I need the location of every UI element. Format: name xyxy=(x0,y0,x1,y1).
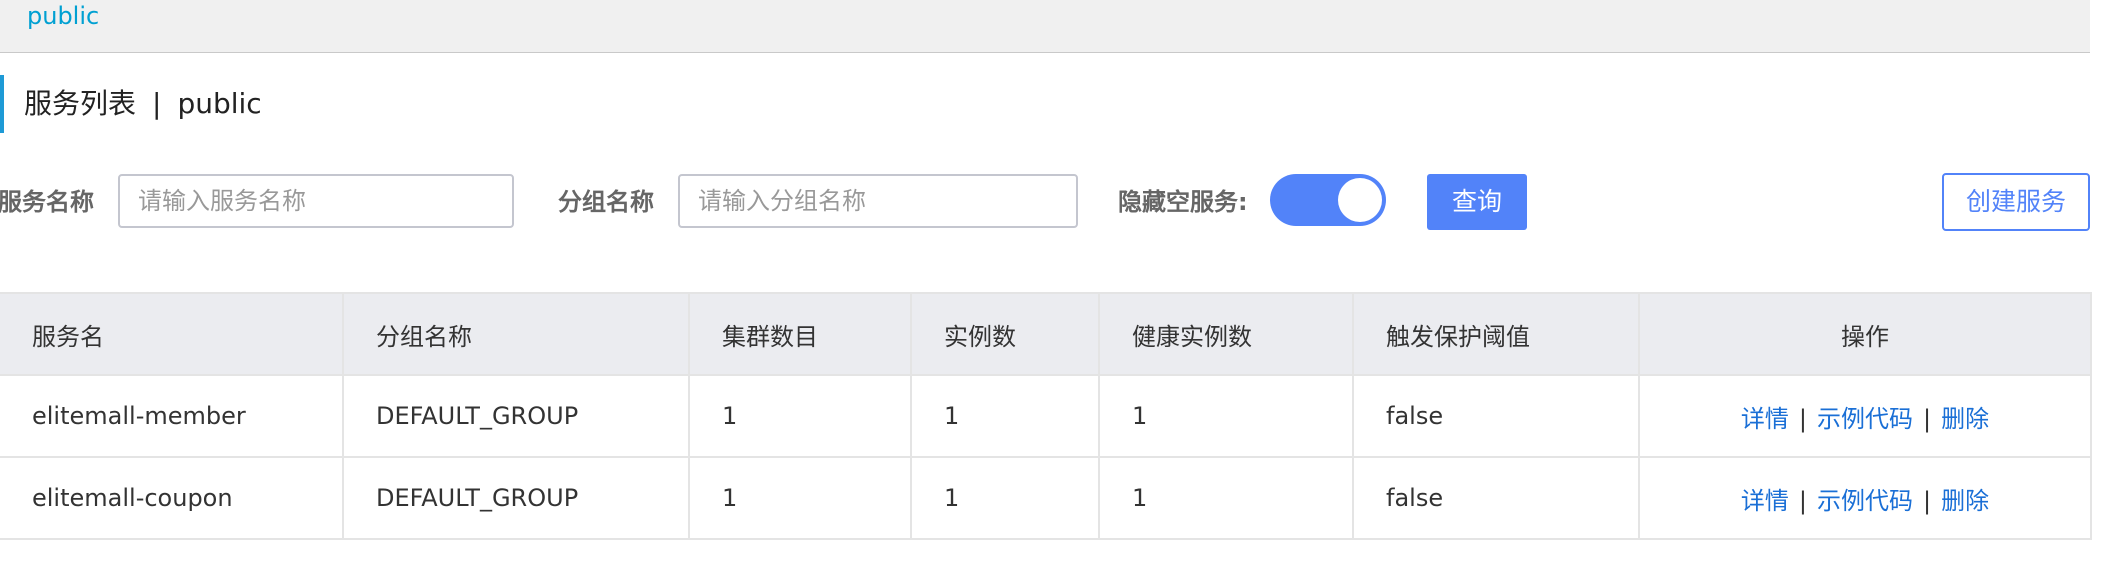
action-separator: | xyxy=(1798,404,1807,433)
page-title-label: 服务列表 xyxy=(24,87,137,120)
column-header-healthy-instance-count[interactable]: 健康实例数 xyxy=(1098,292,1354,376)
column-header-group-name[interactable]: 分组名称 xyxy=(342,292,690,376)
cell-healthy-instance-count: 1 xyxy=(1098,456,1354,540)
sample-code-link[interactable]: 示例代码 xyxy=(1817,405,1913,433)
cell-instance-count: 1 xyxy=(910,456,1100,540)
service-list-page: public 服务列表 | public 服务名称 分组名称 隐藏空服务: 查询 创… xyxy=(0,0,2112,584)
cell-cluster-count: 1 xyxy=(688,374,912,458)
service-table: 服务名 分组名称 集群数目 实例数 健康实例数 触发保护阈值 操作 elitem… xyxy=(0,292,2092,540)
column-header-service-name[interactable]: 服务名 xyxy=(0,292,344,376)
column-header-instance-count[interactable]: 实例数 xyxy=(910,292,1100,376)
delete-link[interactable]: 删除 xyxy=(1941,487,1989,515)
cell-instance-count: 1 xyxy=(910,374,1100,458)
create-service-button[interactable]: 创建服务 xyxy=(1942,173,2090,231)
page-title: 服务列表 | public xyxy=(24,85,262,123)
column-header-cluster-count[interactable]: 集群数目 xyxy=(688,292,912,376)
toggle-knob xyxy=(1338,178,1382,222)
cell-healthy-instance-count: 1 xyxy=(1098,374,1354,458)
cell-group-name: DEFAULT_GROUP xyxy=(342,456,690,540)
cell-actions: 详情 | 示例代码 | 删除 xyxy=(1638,456,2092,540)
table-row: elitemall-member DEFAULT_GROUP 1 1 1 fal… xyxy=(0,374,2092,458)
column-header-protect-threshold[interactable]: 触发保护阈值 xyxy=(1352,292,1640,376)
sample-code-link[interactable]: 示例代码 xyxy=(1817,487,1913,515)
action-separator: | xyxy=(1923,486,1932,515)
group-name-input[interactable] xyxy=(678,174,1078,228)
cell-service-name: elitemall-coupon xyxy=(0,456,344,540)
cell-group-name: DEFAULT_GROUP xyxy=(342,374,690,458)
namespace-bar: public xyxy=(0,0,2090,53)
page-title-separator: | xyxy=(152,87,162,120)
delete-link[interactable]: 删除 xyxy=(1941,405,1989,433)
cell-actions: 详情 | 示例代码 | 删除 xyxy=(1638,374,2092,458)
cell-service-name: elitemall-member xyxy=(0,374,344,458)
hide-empty-services-label: 隐藏空服务: xyxy=(1118,188,1248,216)
page-title-namespace: public xyxy=(177,87,262,120)
cell-protect-threshold: false xyxy=(1352,374,1640,458)
detail-link[interactable]: 详情 xyxy=(1741,487,1789,515)
table-row: elitemall-coupon DEFAULT_GROUP 1 1 1 fal… xyxy=(0,456,2092,540)
cell-cluster-count: 1 xyxy=(688,456,912,540)
query-button[interactable]: 查询 xyxy=(1427,174,1527,230)
namespace-link-public[interactable]: public xyxy=(27,0,99,32)
hide-empty-services-toggle[interactable] xyxy=(1270,174,1386,226)
action-separator: | xyxy=(1923,404,1932,433)
action-separator: | xyxy=(1798,486,1807,515)
column-header-actions: 操作 xyxy=(1638,292,2092,376)
group-name-label: 分组名称 xyxy=(558,188,654,216)
cell-protect-threshold: false xyxy=(1352,456,1640,540)
page-title-bar: 服务列表 | public xyxy=(0,75,604,133)
detail-link[interactable]: 详情 xyxy=(1741,405,1789,433)
table-header-row: 服务名 分组名称 集群数目 实例数 健康实例数 触发保护阈值 操作 xyxy=(0,292,2092,376)
service-name-label: 服务名称 xyxy=(0,188,94,216)
service-name-input[interactable] xyxy=(118,174,514,228)
